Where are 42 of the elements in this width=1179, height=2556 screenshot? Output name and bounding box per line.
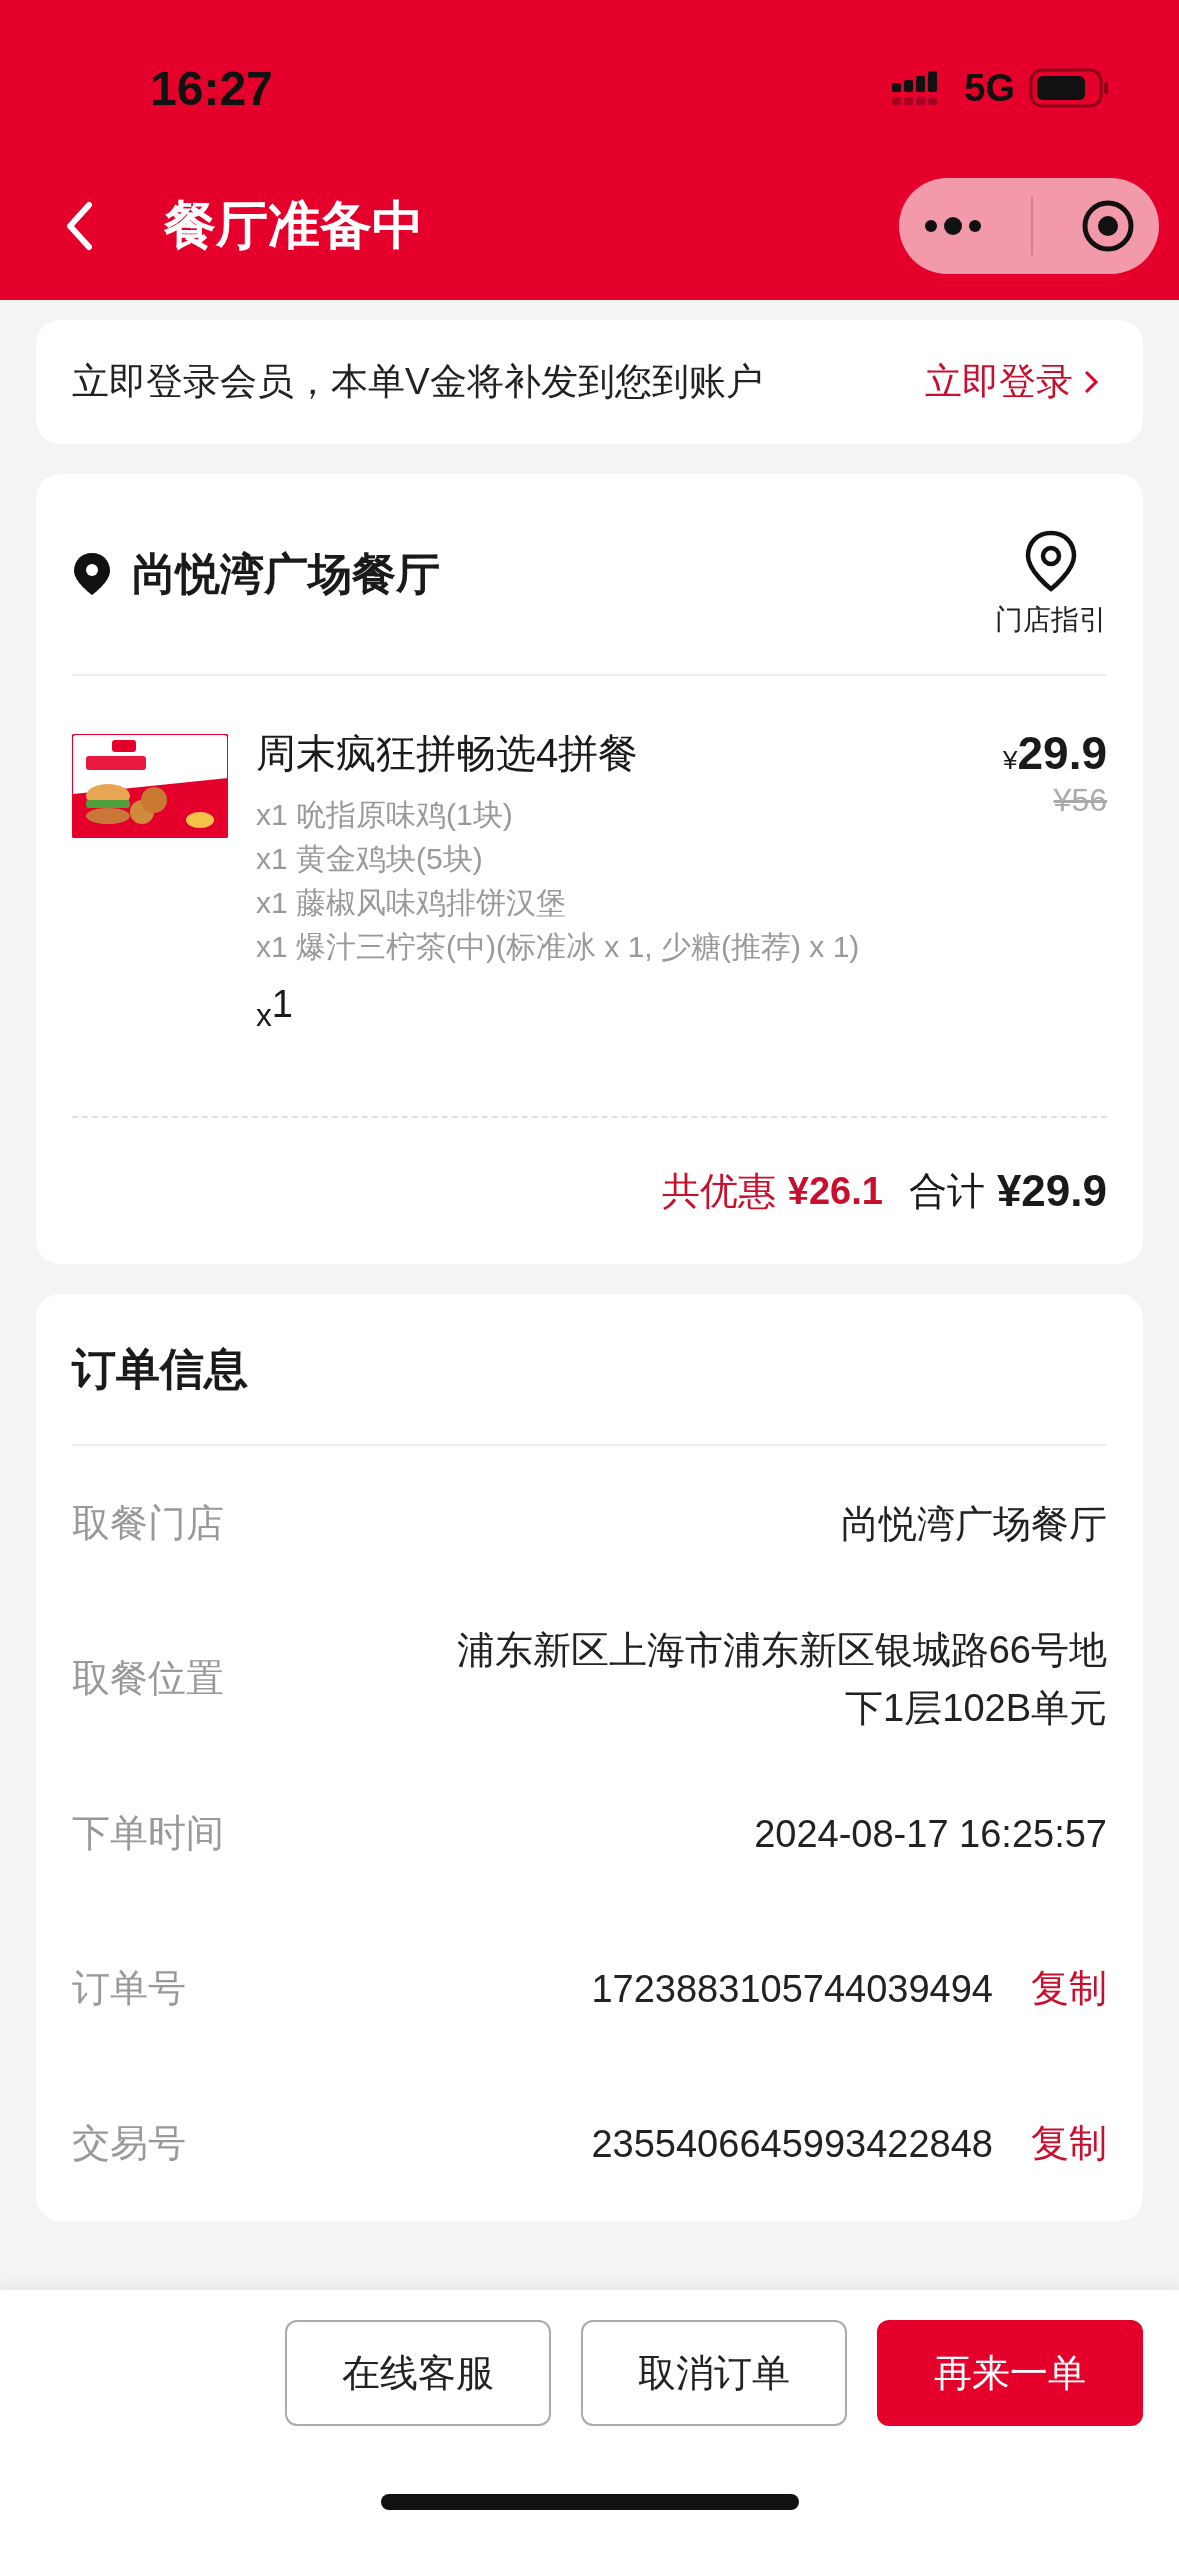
network-label: 5G	[964, 66, 1015, 110]
info-label: 取餐门店	[72, 1501, 225, 1546]
close-target-icon[interactable]	[1081, 199, 1135, 253]
location-pin-icon[interactable]	[1023, 529, 1079, 593]
action-button[interactable]: 取消订单	[581, 2320, 847, 2426]
info-value: 浦东新区上海市浦东新区银城路66号地下1层102B单元	[455, 1627, 1107, 1731]
original-price: ¥56	[1053, 782, 1107, 819]
login-link[interactable]: 立即登录	[925, 357, 1099, 407]
discount-label: 共优惠	[661, 1168, 776, 1214]
price: ¥29.9	[1003, 726, 1107, 780]
login-prompt: 立即登录会员，本单V金将补发到您到账户	[72, 360, 763, 404]
info-value: 尚悦湾广场餐厅	[840, 1501, 1107, 1547]
copy-link[interactable]: 复制	[1031, 2118, 1107, 2169]
meal-component: x1 爆汁三柠茶(中)(标准冰 x 1, 少糖(推荐) x 1)	[256, 929, 861, 965]
action-button[interactable]: 再来一单	[877, 2320, 1143, 2426]
location-pin-icon	[72, 551, 112, 597]
info-label: 下单时间	[72, 1811, 225, 1856]
battery-icon	[1029, 68, 1109, 108]
total-label: 合计	[908, 1168, 985, 1214]
info-value: 1723883105744039494	[590, 1966, 993, 2012]
meal-component: x1 藤椒风味鸡排饼汉堡	[256, 885, 568, 921]
chevron-right-icon	[1083, 368, 1099, 396]
meal-component: x1 黄金鸡块(5块)	[256, 841, 484, 877]
more-icon[interactable]	[923, 216, 983, 236]
meal-component: x1 吮指原味鸡(1块)	[256, 797, 514, 833]
info-label: 交易号	[72, 2121, 187, 2166]
info-label: 取餐位置	[72, 1656, 225, 1701]
section-title: 订单信息	[72, 1343, 249, 1395]
info-value: 2024-08-17 16:25:57	[753, 1811, 1107, 1857]
status-time: 16:27	[150, 60, 273, 116]
action-button[interactable]: 在线客服	[285, 2320, 551, 2426]
back-icon[interactable]	[64, 201, 94, 251]
copy-link[interactable]: 复制	[1031, 1963, 1107, 2014]
store-name: 尚悦湾广场餐厅	[132, 547, 440, 600]
store-guide-label[interactable]: 门店指引	[995, 601, 1107, 639]
info-value: 2355406645993422848	[590, 2121, 993, 2167]
meal-name: 周末疯狂拼畅选4拼餐	[256, 730, 640, 777]
info-label: 订单号	[72, 1966, 187, 2011]
quantity: $_{x}$1	[256, 983, 294, 1034]
discount-amount: ¥26.1	[787, 1169, 883, 1213]
page-title: 餐厅准备中	[164, 195, 425, 256]
total-amount: ¥29.9	[996, 1166, 1107, 1216]
